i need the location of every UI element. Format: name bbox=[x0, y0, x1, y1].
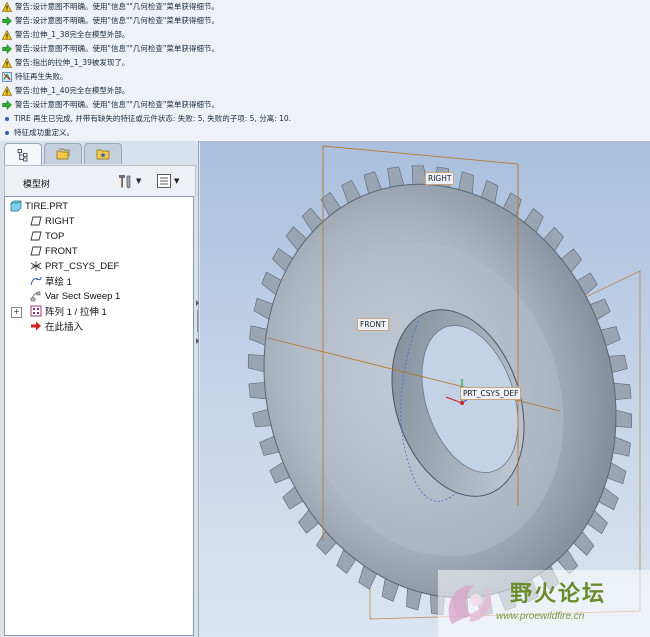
warning-icon bbox=[2, 1, 12, 12]
message-text: 警告:设计意图不明确。使用"信息""几何检查"菜单获得细节。 bbox=[15, 44, 219, 53]
navigator-tabs bbox=[4, 143, 124, 165]
warning-icon bbox=[2, 85, 12, 96]
tree-settings-button[interactable]: ▼ bbox=[117, 171, 141, 191]
tree-item-prt-csys-def[interactable]: PRT_CSYS_DEF bbox=[30, 259, 119, 273]
csys-label[interactable]: PRT_CSYS_DEF bbox=[460, 387, 522, 400]
message-text: 警告:拉伸_1_38完全在模型外部。 bbox=[15, 30, 130, 39]
tree-item-right[interactable]: RIGHT bbox=[30, 214, 75, 228]
regen-failed-icon bbox=[2, 71, 12, 82]
csys-icon bbox=[30, 261, 42, 271]
part-icon bbox=[10, 200, 22, 212]
arrow-right-icon bbox=[2, 15, 12, 26]
tree-item-pattern-1[interactable]: 阵列 1 / 拉伸 1 bbox=[30, 304, 107, 318]
folder-browser-icon bbox=[56, 148, 70, 160]
message-row: 警告:拉伸_1_40完全在模型外部。 bbox=[2, 84, 129, 97]
arrow-right-icon bbox=[2, 43, 12, 54]
datum-plane-icon bbox=[30, 246, 42, 256]
watermark-url: www.proewildfire.cn bbox=[496, 611, 585, 622]
tree-item-sketch-1[interactable]: 草绘 1 bbox=[30, 274, 72, 288]
front-plane-label[interactable]: FRONT bbox=[357, 318, 389, 331]
insert-here-icon bbox=[31, 321, 41, 331]
tree-item-insert-here[interactable]: 在此插入 bbox=[30, 319, 83, 333]
message-row: 警告:设计意图不明确。使用"信息""几何检查"菜单获得细节。 bbox=[2, 14, 219, 27]
model-tree: TIRE.PRT RIGHT TOP FRONT PRT_CSYS_DEF 草绘… bbox=[4, 196, 194, 636]
message-row: 特征成功重定义。 bbox=[2, 126, 74, 139]
tree-item-label: PRT_CSYS_DEF bbox=[45, 260, 120, 272]
expand-toggle-icon[interactable]: + bbox=[11, 307, 22, 318]
model-tree-tab[interactable] bbox=[4, 143, 42, 165]
message-text: 警告:设计意图不明确。使用"信息""几何检查"菜单获得细节。 bbox=[15, 100, 219, 109]
favorites-icon bbox=[96, 149, 110, 160]
tree-item-var-sect-sweep-1[interactable]: Var Sect Sweep 1 bbox=[30, 289, 120, 303]
tree-settings-icon bbox=[119, 175, 131, 189]
favorites-tab[interactable] bbox=[84, 143, 122, 164]
tire-model bbox=[247, 145, 641, 620]
navigator-panel: 模型树 ▼ ▼ TIRE.PRT RIGHT TOP FRONT PRT_CSY… bbox=[0, 141, 199, 637]
bullet-icon bbox=[5, 130, 9, 135]
message-row: 警告:设计意图不明确。使用"信息""几何检查"菜单获得细节。 bbox=[2, 0, 219, 13]
tree-item-label: 草绘 1 bbox=[45, 277, 72, 288]
warning-icon bbox=[2, 57, 12, 68]
message-text: 警告:拉伸_1_40完全在模型外部。 bbox=[15, 86, 130, 95]
right-plane-label[interactable]: RIGHT bbox=[425, 172, 455, 185]
sketch-icon bbox=[30, 276, 42, 286]
tree-item-label: 阵列 1 / 拉伸 1 bbox=[45, 307, 107, 318]
tree-item-label: TOP bbox=[45, 230, 65, 242]
message-row: 警告:设计意图不明确。使用"信息""几何检查"菜单获得细节。 bbox=[2, 42, 219, 55]
message-row: 警告:拉伸_1_38完全在模型外部。 bbox=[2, 28, 129, 41]
tree-item-label: RIGHT bbox=[45, 215, 75, 227]
tree-item-top[interactable]: TOP bbox=[30, 229, 64, 243]
tree-item-label: Var Sect Sweep 1 bbox=[45, 290, 121, 302]
message-row: 警告:设计意图不明确。使用"信息""几何检查"菜单获得细节。 bbox=[2, 98, 219, 111]
message-text: 特征成功重定义。 bbox=[14, 128, 74, 137]
message-text: 警告:指出的拉伸_1_39被发现了。 bbox=[15, 58, 130, 67]
message-text: 特征再生失败。 bbox=[15, 72, 68, 81]
watermark-title: 野火论坛 bbox=[510, 582, 607, 607]
message-row: 特征再生失败。 bbox=[2, 70, 68, 83]
message-text: TIRE 再生已完成, 并带有缺失的特征或元件状态: 失败: 5, 失败的子项:… bbox=[14, 114, 292, 123]
pattern-icon bbox=[30, 305, 42, 317]
tree-item-label: 在此插入 bbox=[45, 322, 84, 333]
model-tree-icon bbox=[17, 148, 28, 161]
tree-show-button[interactable]: ▼ bbox=[155, 171, 179, 191]
folder-browser-tab[interactable] bbox=[44, 143, 82, 164]
tree-item-label: FRONT bbox=[45, 245, 78, 257]
message-area: 警告:设计意图不明确。使用"信息""几何检查"菜单获得细节。 警告:设计意图不明… bbox=[0, 0, 650, 142]
message-row: 警告:指出的拉伸_1_39被发现了。 bbox=[2, 56, 129, 69]
warning-icon bbox=[2, 29, 12, 40]
message-text: 警告:设计意图不明确。使用"信息""几何检查"菜单获得细节。 bbox=[15, 16, 219, 25]
tree-item-tire-prt[interactable]: TIRE.PRT bbox=[10, 199, 68, 213]
model-tree-header: 模型树 ▼ ▼ bbox=[4, 165, 196, 196]
message-row: TIRE 再生已完成, 并带有缺失的特征或元件状态: 失败: 5, 失败的子项:… bbox=[2, 112, 291, 125]
datum-plane-icon bbox=[30, 231, 42, 241]
arrow-right-icon bbox=[2, 99, 12, 110]
bullet-icon bbox=[5, 116, 9, 121]
forum-watermark: 野火论坛 www.proewildfire.cn bbox=[438, 570, 650, 637]
forum-logo-icon bbox=[448, 585, 492, 624]
tree-item-label: TIRE.PRT bbox=[25, 200, 69, 212]
sweep-icon bbox=[30, 291, 41, 302]
tree-show-icon bbox=[157, 174, 171, 188]
tree-item-front[interactable]: FRONT bbox=[30, 244, 78, 258]
datum-plane-icon bbox=[30, 216, 42, 226]
model-tree-title: 模型树 bbox=[23, 180, 51, 190]
message-text: 警告:设计意图不明确。使用"信息""几何检查"菜单获得细节。 bbox=[15, 2, 219, 11]
graphics-viewport[interactable]: RIGHT FRONT PRT_CSYS_DEF bbox=[200, 141, 650, 637]
